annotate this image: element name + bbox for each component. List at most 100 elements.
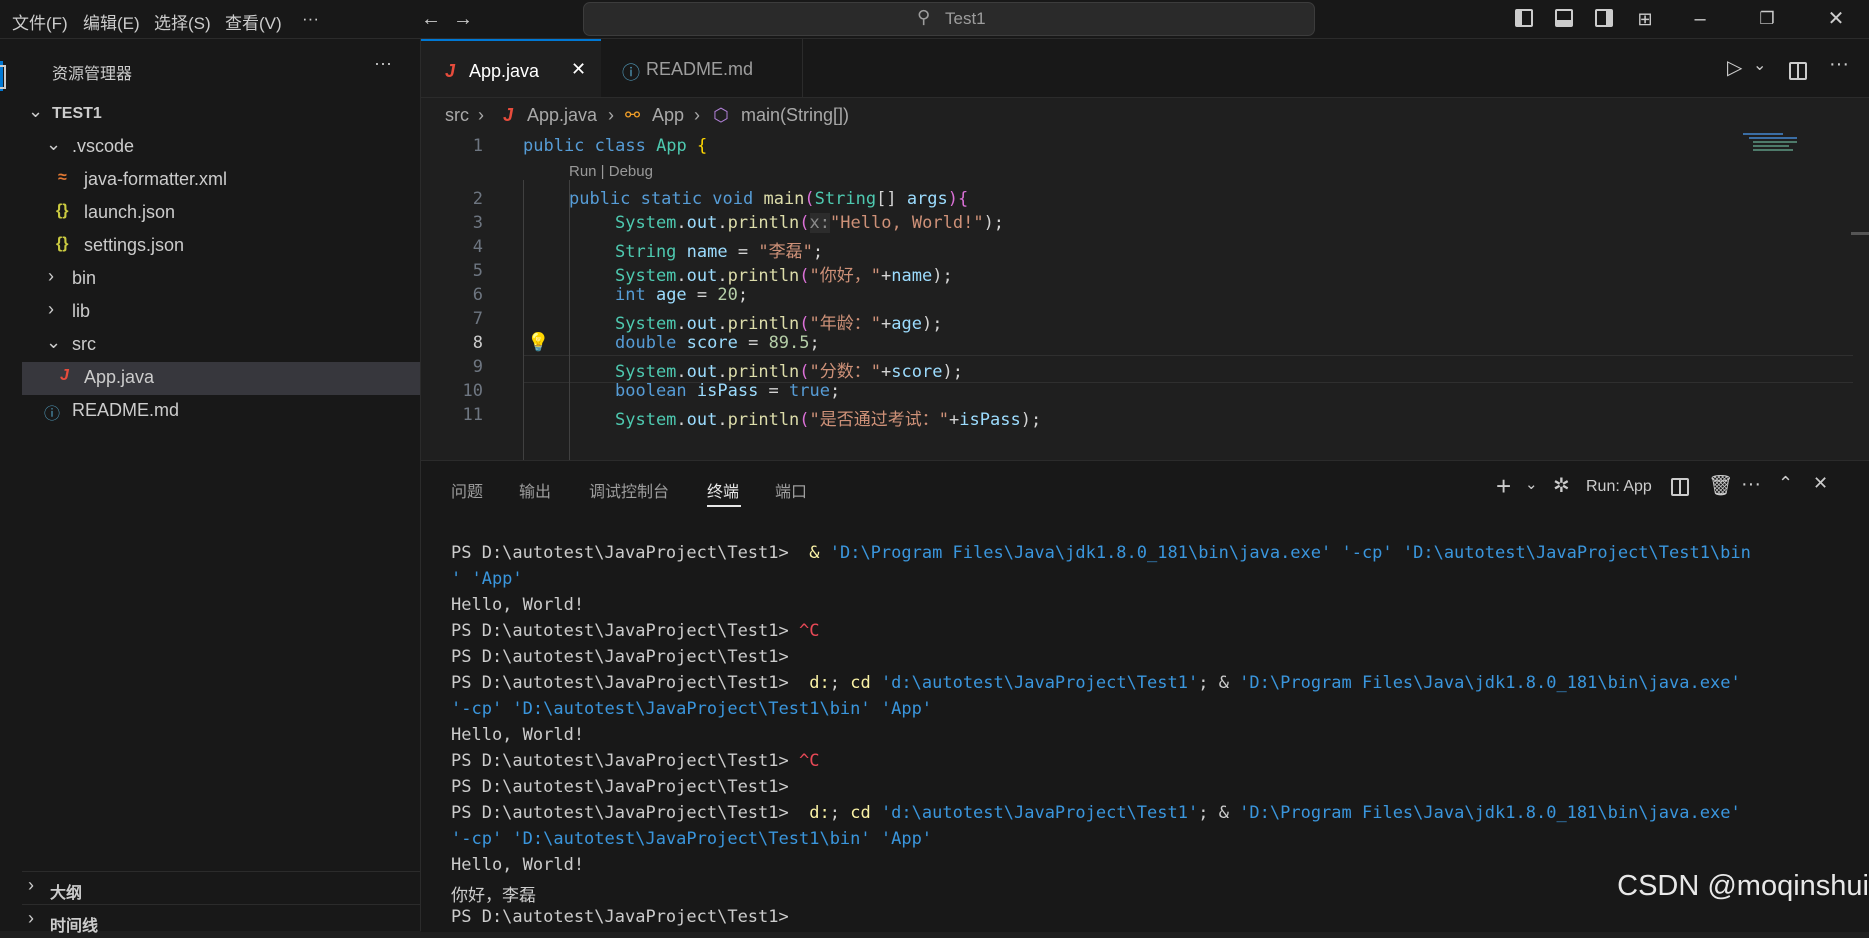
timeline-section[interactable]: › 时间线 — [22, 904, 420, 938]
terminal-line: PS D:\autotest\JavaProject\Test1> d:; cd… — [451, 803, 1741, 823]
toggle-primary-sidebar-icon[interactable] — [1515, 9, 1533, 27]
tree-root-test1[interactable]: ⌄ TEST1 — [22, 98, 420, 131]
run-icon[interactable]: ▷ — [1727, 55, 1742, 80]
menu-edit[interactable]: 编辑(E) — [83, 9, 140, 34]
tab-problems[interactable]: 问题 — [451, 478, 483, 502]
chevron-right-icon: › — [608, 105, 614, 126]
line-number: 5 — [421, 261, 483, 281]
tab-debug-console[interactable]: 调试控制台 — [589, 478, 669, 502]
editor-tab-bar: J App.java ✕ ⓘ README.md ▷ ⌄ ··· — [421, 39, 1869, 98]
menu-file[interactable]: 文件(F) — [12, 9, 68, 34]
maximize-panel-icon[interactable]: ⌃ — [1778, 473, 1793, 494]
title-bar: 文件(F) 编辑(E) 选择(S) 查看(V) ··· ← → ⚲ Test1 … — [0, 0, 1869, 39]
chevron-down-icon: ⌄ — [28, 101, 43, 122]
close-window-icon[interactable]: ✕ — [1823, 6, 1849, 32]
code-line-4: String name = "李磊"; — [615, 237, 823, 262]
tree-file-settings-json[interactable]: {} settings.json — [22, 230, 420, 263]
code-line-1: public class App { — [523, 136, 707, 156]
terminal-line: Hello, World! — [451, 595, 584, 615]
terminal-line: 你好，李磊 — [451, 881, 536, 906]
breadcrumb-src[interactable]: src — [445, 105, 469, 126]
code-editor[interactable]: 1 2 3 4 5 6 7 8 9 10 11 💡 public class A… — [421, 132, 1869, 460]
menu-selection[interactable]: 选择(S) — [154, 9, 211, 34]
java-icon: J — [60, 367, 69, 385]
java-icon: J — [503, 105, 513, 126]
codelens-run-debug[interactable]: Run | Debug — [569, 163, 653, 180]
line-number: 1 — [421, 136, 483, 156]
tree-folder-bin[interactable]: › bin — [22, 263, 420, 296]
tree-folder-src[interactable]: ⌄ src — [22, 329, 420, 362]
breadcrumb-file[interactable]: App.java — [527, 105, 597, 126]
terminal-line: PS D:\autotest\JavaProject\Test1> ^C — [451, 621, 820, 641]
trash-icon[interactable]: 🗑 — [1708, 473, 1733, 498]
new-terminal-icon[interactable]: + — [1496, 471, 1511, 502]
terminal-line: Hello, World! — [451, 725, 584, 745]
toggle-secondary-sidebar-icon[interactable] — [1595, 9, 1613, 27]
forward-arrow-icon[interactable]: → — [450, 6, 476, 32]
outline-section[interactable]: › 大纲 — [22, 871, 420, 905]
tree-file-app-java[interactable]: J App.java — [22, 362, 420, 395]
code-line-5: System.out.println("你好，"+name); — [615, 261, 953, 286]
json-braces-icon: {} — [56, 235, 68, 253]
tree-file-readme[interactable]: ⓘ README.md — [22, 395, 420, 428]
tree-folder-vscode[interactable]: ⌄ .vscode — [22, 131, 420, 164]
back-arrow-icon[interactable]: ← — [418, 6, 444, 32]
explorer-sidebar: 资源管理器 ··· ⌄ TEST1 ⌄ .vscode ≈ java-forma… — [22, 39, 421, 931]
code-line-11: System.out.println("是否通过考试："+isPass); — [615, 405, 1041, 430]
breadcrumb-method[interactable]: main(String[]) — [741, 105, 849, 126]
terminal-line: ' 'App' — [451, 569, 523, 589]
split-editor-icon[interactable] — [1789, 62, 1807, 80]
code-line-6: int age = 20; — [615, 285, 748, 305]
tab-terminal[interactable]: 终端 — [707, 478, 739, 502]
rss-icon: ≈ — [58, 169, 67, 187]
tree-file-java-formatter[interactable]: ≈ java-formatter.xml — [22, 164, 420, 197]
command-center-search[interactable]: ⚲ Test1 — [583, 2, 1315, 36]
more-actions-icon[interactable]: ··· — [1741, 473, 1761, 496]
minimap[interactable] — [1739, 132, 1799, 156]
chevron-down-icon: ⌄ — [46, 134, 61, 155]
menu-more[interactable]: ··· — [302, 9, 319, 29]
tab-app-java[interactable]: J App.java ✕ — [421, 39, 601, 97]
terminal-line: Hello, World! — [451, 855, 584, 875]
bottom-panel: 问题 输出 调试控制台 终端 端口 + ⌄ ✲ Run: App 🗑 ··· ⌃… — [421, 460, 1869, 932]
chevron-down-icon[interactable]: ⌄ — [1753, 55, 1766, 75]
inlay-hint: x: — [810, 213, 830, 233]
customize-layout-icon[interactable]: ⊞ — [1632, 6, 1658, 32]
tab-output[interactable]: 输出 — [519, 478, 551, 502]
line-number: 10 — [421, 381, 483, 401]
tree-file-launch-json[interactable]: {} launch.json — [22, 197, 420, 230]
info-icon: ⓘ — [44, 400, 60, 424]
watermark: CSDN @moqinshui — [1617, 870, 1869, 903]
toggle-panel-icon[interactable] — [1555, 9, 1573, 27]
tree-folder-lib[interactable]: › lib — [22, 296, 420, 329]
terminal-line: PS D:\autotest\JavaProject\Test1> d:; cd… — [451, 673, 1741, 693]
tab-ports[interactable]: 端口 — [775, 478, 807, 502]
chevron-right-icon: › — [48, 266, 54, 287]
tab-readme[interactable]: ⓘ README.md — [602, 39, 803, 97]
close-icon[interactable]: ✕ — [571, 59, 586, 80]
chevron-right-icon: › — [694, 105, 700, 126]
chevron-down-icon[interactable]: ⌄ — [1525, 475, 1538, 493]
explorer-more-button[interactable]: ··· — [374, 53, 392, 74]
explorer-icon[interactable] — [0, 65, 6, 89]
java-icon: J — [445, 61, 455, 82]
terminal-line: PS D:\autotest\JavaProject\Test1> & 'D:\… — [451, 543, 1751, 563]
breadcrumb-class[interactable]: App — [652, 105, 684, 126]
close-panel-icon[interactable]: ✕ — [1813, 473, 1828, 494]
minimize-icon[interactable]: – — [1687, 6, 1713, 32]
overview-ruler-cursor — [1851, 232, 1869, 235]
active-tab-underline — [707, 505, 741, 507]
code-line-10: boolean isPass = true; — [615, 381, 840, 401]
restore-icon[interactable]: ❐ — [1754, 6, 1780, 32]
line-number: 11 — [421, 405, 483, 425]
chevron-right-icon: › — [28, 908, 34, 929]
lightbulb-icon[interactable]: 💡 — [527, 332, 549, 353]
menu-view[interactable]: 查看(V) — [225, 9, 282, 34]
code-line-2: public static void main(String[] args){ — [569, 189, 968, 209]
split-terminal-icon[interactable] — [1671, 478, 1689, 496]
terminal-run-app[interactable]: Run: App — [1586, 478, 1652, 496]
info-icon: ⓘ — [622, 59, 640, 85]
chevron-right-icon: › — [48, 299, 54, 320]
terminal-line: PS D:\autotest\JavaProject\Test1> — [451, 907, 789, 927]
more-actions-icon[interactable]: ··· — [1829, 53, 1849, 76]
